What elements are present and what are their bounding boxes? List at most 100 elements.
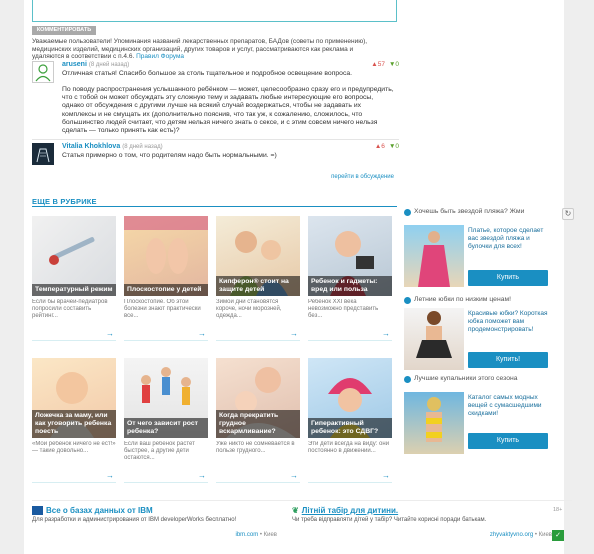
ad-image-skirt[interactable]	[404, 308, 464, 370]
buy-button[interactable]: Купить	[468, 270, 548, 286]
warning-text: Уважаемые пользователи! Упоминания назва…	[32, 38, 368, 60]
comment-submit-button[interactable]: КОММЕНТИРОВАТЬ	[32, 26, 96, 35]
card-underline	[216, 482, 300, 483]
avatar[interactable]	[32, 61, 54, 83]
article-card[interactable]: Ложечка за маму, или как уговорить ребен…	[32, 358, 116, 483]
arrow-right-icon[interactable]: →	[198, 471, 206, 480]
article-image-kids-jumping: От чего зависит рост ребенка?	[124, 358, 208, 438]
comment-author[interactable]: aruseni (8 дней назад)	[62, 61, 129, 68]
age-badge: 18+	[553, 507, 563, 513]
vote-up-count[interactable]: ▲57	[371, 61, 385, 68]
vote-up-count[interactable]: ▲6	[375, 143, 385, 150]
comment-text: Статья примерно о том, что родителям над…	[62, 152, 277, 159]
ad-headline[interactable]: Летние юбки по низким ценам!	[404, 296, 554, 304]
arrow-right-icon[interactable]: →	[198, 329, 206, 338]
comment-item: aruseni (8 дней назад) ▲57 ▼0 Отличная ста…	[32, 61, 399, 141]
article-image-thermometer: Температурный режим	[32, 216, 116, 296]
card-underline	[32, 482, 116, 483]
article-card[interactable]: Гиперактивный ребенок: это СДВГ? Эти дет…	[308, 358, 392, 483]
promo-source: zhyvaktyvno.org • Киев	[489, 532, 552, 538]
article-card[interactable]: Кипферон® стоит на защите детей Зимой дн…	[216, 216, 300, 341]
ad-headline[interactable]: Лучшие купальники этого сезона	[404, 375, 554, 383]
ad-image-dress[interactable]	[404, 225, 464, 287]
ad-text[interactable]: Каталог самых модных вещей с сумасшедшим…	[468, 394, 554, 417]
card-underline	[308, 482, 392, 483]
article-description: «Мой ребенок ничего не ест!» — такие дов…	[32, 441, 116, 454]
comment-time: (8 дней назад)	[122, 144, 163, 150]
go-to-discussion-link[interactable]: перейти в обсуждение	[331, 174, 394, 180]
arrow-right-icon[interactable]: →	[290, 471, 298, 480]
divider	[32, 500, 572, 501]
promo-block[interactable]: Все о базах данных от IBM Для разработки…	[32, 506, 277, 546]
forum-rules-warning: Уважаемые пользователи! Упоминания назва…	[32, 38, 387, 61]
article-description: Если ваш ребенок растет быстрее, а други…	[124, 441, 195, 461]
article-card[interactable]: Температурный режим Если бы врачей-педиа…	[32, 216, 116, 341]
article-card[interactable]: Когда прекратить грудное вскармливание? …	[216, 358, 300, 483]
article-caption: Ложечка за маму, или как уговорить ребен…	[32, 410, 116, 438]
vote-down-count[interactable]: ▼0	[389, 143, 399, 150]
arrow-right-icon[interactable]: →	[382, 471, 390, 480]
leaf-icon: ❦	[292, 506, 299, 515]
section-divider	[32, 206, 397, 207]
article-description: Плоскостопие. Об этой болезни знают прак…	[124, 299, 201, 319]
comment-votes: ▲57 ▼0	[371, 61, 399, 68]
article-card[interactable]: Плоскостопие у детей Плоскостопие. Об эт…	[124, 216, 208, 341]
ibm-logo-icon	[32, 506, 43, 515]
article-image-breastfeeding: Когда прекратить грудное вскармливание?	[216, 358, 300, 438]
arrow-right-icon[interactable]: →	[106, 329, 114, 338]
article-image-feet: Плоскостопие у детей	[124, 216, 208, 296]
buy-button[interactable]: Купить!	[468, 352, 548, 368]
left-rail	[0, 0, 24, 554]
promo-text[interactable]: Для разработки и администрирования от IB…	[32, 517, 277, 523]
ad-headline[interactable]: Хочешь быть звездой пляжа? Жми	[404, 208, 554, 216]
ad-block[interactable]: Летние юбки по низким ценам! Красивые юб…	[404, 296, 554, 370]
comment-item: Vitalia Khokhlova (8 дней назад) ▲6 ▼0 Ста…	[32, 143, 399, 167]
article-description: Зимой дни становятся короче, ночи морозн…	[216, 299, 282, 319]
right-rail	[564, 0, 594, 554]
ad-image-swimsuit[interactable]	[404, 392, 464, 454]
article-image-child-gadget: Ребенок и гаджеты: вред или польза	[308, 216, 392, 296]
arrow-right-icon[interactable]: →	[106, 471, 114, 480]
ad-info-icon	[404, 209, 411, 216]
arrow-right-icon[interactable]: →	[382, 329, 390, 338]
promo-title[interactable]: ❦ Літній табір для дитини.	[292, 506, 552, 515]
promo-text[interactable]: Чи треба відправляти дітей у табір? Чита…	[292, 517, 552, 523]
article-caption: Когда прекратить грудное вскармливание?	[216, 410, 300, 438]
article-card[interactable]: Ребенок и гаджеты: вред или польза Ребен…	[308, 216, 392, 341]
ad-block[interactable]: Хочешь быть звездой пляжа? Жми Платье, к…	[404, 208, 554, 287]
ad-block[interactable]: Лучшие купальники этого сезона Каталог с…	[404, 375, 554, 454]
vote-down-count[interactable]: ▼0	[389, 61, 399, 68]
close-icon[interactable]: ✓	[552, 530, 564, 541]
ad-info-icon	[404, 376, 411, 383]
buy-button[interactable]: Купить	[468, 433, 548, 449]
page: КОММЕНТИРОВАТЬ Уважаемые пользователи! У…	[0, 0, 594, 554]
forum-rules-link[interactable]: Правил Форума	[136, 53, 184, 60]
article-caption: Гиперактивный ребенок: это СДВГ?	[308, 418, 392, 438]
article-caption: Плоскостопие у детей	[124, 284, 208, 296]
article-card[interactable]: От чего зависит рост ребенка? Если ваш р…	[124, 358, 208, 483]
article-image-baby-eating: Ложечка за маму, или как уговорить ребен…	[32, 358, 116, 438]
article-caption: Кипферон® стоит на защите детей	[216, 276, 300, 296]
card-underline	[32, 340, 116, 341]
content-area: КОММЕНТИРОВАТЬ Уважаемые пользователи! У…	[24, 0, 574, 554]
article-description: Ребенок XXI века невозможно представить …	[308, 299, 379, 319]
article-image-mother-child: Кипферон® стоит на защите детей	[216, 216, 300, 296]
promo-title[interactable]: Все о базах данных от IBM	[32, 506, 277, 515]
article-caption: Ребенок и гаджеты: вред или польза	[308, 276, 392, 296]
card-underline	[124, 482, 208, 483]
arrow-right-icon[interactable]: →	[290, 329, 298, 338]
ad-text[interactable]: Платье, которое сделает вас звездой пляж…	[468, 227, 554, 250]
comment-textarea[interactable]	[32, 0, 397, 22]
refresh-icon[interactable]: ↻	[562, 208, 574, 220]
section-title: ЕЩЕ В РУБРИКЕ	[32, 197, 97, 206]
ad-text[interactable]: Красивые юбки? Короткая юбка поможет вам…	[468, 310, 554, 333]
comment-author[interactable]: Vitalia Khokhlova (8 дней назад)	[62, 143, 163, 150]
article-caption: От чего зависит рост ребенка?	[124, 418, 208, 438]
article-caption: Температурный режим	[32, 284, 116, 296]
article-description: Если бы врачей-педиатров попросили соста…	[32, 299, 108, 319]
article-image-child-helmet: Гиперактивный ребенок: это СДВГ?	[308, 358, 392, 438]
promo-block[interactable]: ❦ Літній табір для дитини. Чи треба відпр…	[292, 506, 552, 546]
avatar[interactable]	[32, 143, 54, 165]
comment-time: (8 дней назад)	[88, 62, 130, 68]
divider	[32, 139, 399, 140]
